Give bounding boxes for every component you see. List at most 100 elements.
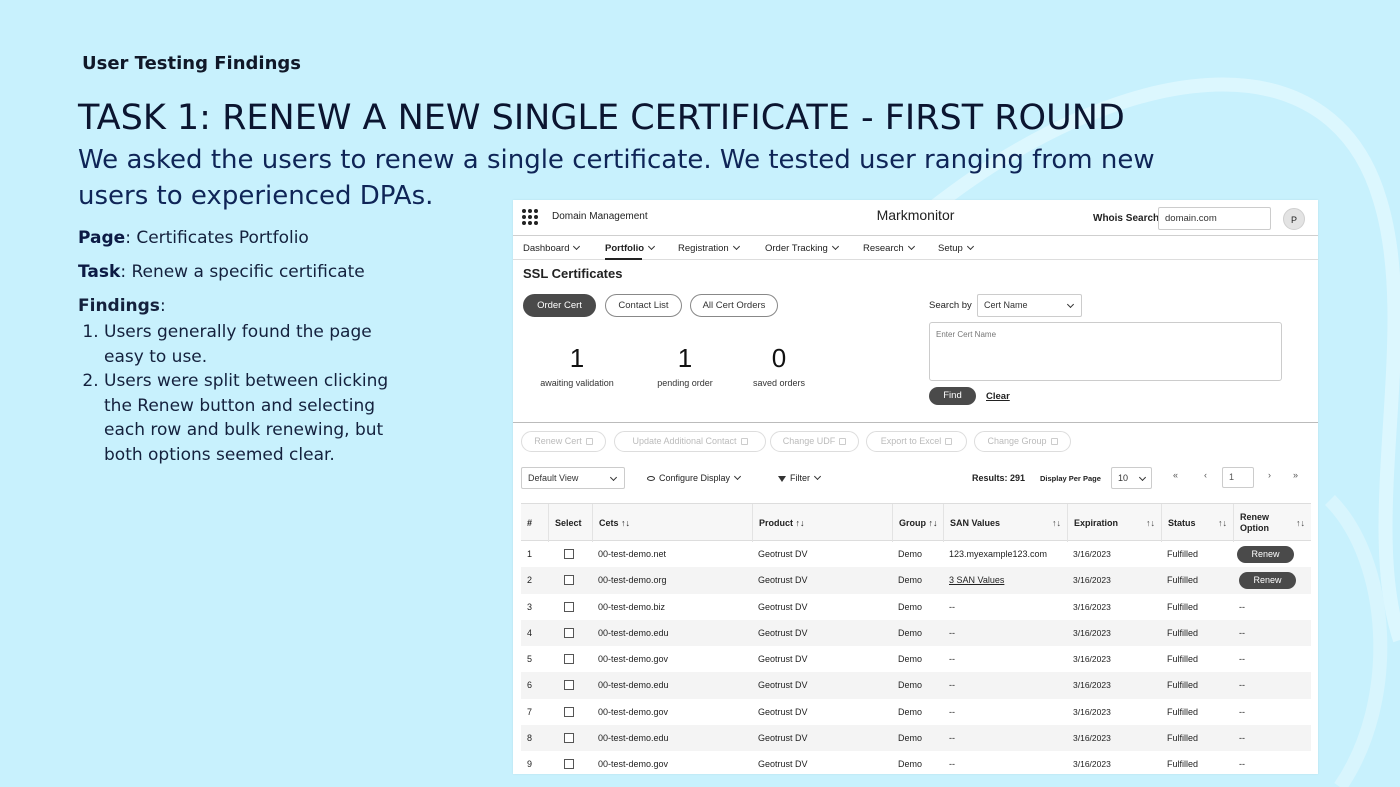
- nav-order-tracking[interactable]: Order Tracking: [765, 242, 839, 254]
- row-checkbox[interactable]: [564, 733, 574, 744]
- update-contact-button[interactable]: Update Additional Contact: [614, 431, 766, 452]
- task-info: Task: Renew a specific certificate: [78, 262, 408, 282]
- col-san-values[interactable]: SAN Values ↑↓: [943, 504, 1067, 542]
- per-page-select[interactable]: 10: [1111, 467, 1152, 489]
- col-select: Select: [548, 504, 592, 542]
- view-select[interactable]: Default View: [521, 467, 625, 489]
- find-button[interactable]: Find: [929, 387, 976, 405]
- page-number-input[interactable]: 1: [1222, 467, 1254, 488]
- first-page-button[interactable]: «: [1173, 470, 1178, 480]
- table-row[interactable]: 8 00-test-demo.edu Geotrust DV Demo -- 3/16/2…: [521, 725, 1311, 752]
- cell-product: Geotrust DV: [758, 706, 808, 717]
- col-renew-option[interactable]: Renew Option ↑↓: [1233, 504, 1311, 542]
- export-excel-button[interactable]: Export to Excel: [866, 431, 967, 452]
- nav-registration[interactable]: Registration: [678, 242, 740, 254]
- whois-search-input[interactable]: [1158, 207, 1271, 230]
- table-row[interactable]: 3 00-test-demo.biz Geotrust DV Demo -- 3/16/2…: [521, 594, 1311, 620]
- sort-icon: ↑↓: [928, 517, 938, 528]
- clear-link[interactable]: Clear: [986, 391, 1010, 402]
- col-certs[interactable]: Cets ↑↓: [592, 504, 752, 542]
- renew-cert-button[interactable]: Renew Cert: [521, 431, 606, 452]
- row-checkbox[interactable]: [564, 654, 574, 665]
- cell-expiration: 3/16/2023: [1073, 680, 1111, 691]
- col-status[interactable]: Status ↑↓: [1161, 504, 1233, 542]
- contact-icon: [740, 438, 748, 445]
- all-cert-orders-button[interactable]: All Cert Orders: [690, 294, 778, 317]
- filter-button[interactable]: Filter: [778, 472, 822, 483]
- cell-cert-name: 00-test-demo.gov: [598, 759, 669, 770]
- user-avatar[interactable]: P: [1283, 208, 1305, 230]
- table-row[interactable]: 6 00-test-demo.edu Geotrust DV Demo -- 3/16/2…: [521, 672, 1311, 699]
- sort-icon: ↑↓: [795, 517, 805, 528]
- action-label: Update Additional Contact: [632, 436, 737, 446]
- col-expiration[interactable]: Expiration ↑↓: [1067, 504, 1161, 542]
- cell-status: Fulfilled: [1167, 575, 1199, 586]
- nav-label: Dashboard: [523, 243, 570, 254]
- cell-row-number: 6: [527, 680, 533, 691]
- col-label: Cets: [599, 517, 619, 528]
- contact-list-button[interactable]: Contact List: [605, 294, 682, 317]
- findings-label: Findings: [78, 296, 160, 316]
- table-row[interactable]: 1 00-test-demo.net Geotrust DV Demo 123.myex…: [521, 541, 1311, 567]
- chevron-down-icon: [813, 472, 822, 481]
- row-checkbox[interactable]: [564, 575, 574, 586]
- table-row[interactable]: 4 00-test-demo.edu Geotrust DV Demo -- 3/16/2…: [521, 619, 1311, 647]
- row-checkbox[interactable]: [564, 680, 574, 691]
- nav-portfolio[interactable]: Portfolio: [605, 242, 656, 260]
- nav-label: Portfolio: [605, 243, 645, 254]
- whois-label: Whois Search: [1093, 213, 1160, 224]
- next-page-button[interactable]: ›: [1268, 470, 1271, 480]
- nav-research[interactable]: Research: [863, 242, 915, 254]
- app-grid-icon[interactable]: [522, 209, 538, 225]
- action-label: Change UDF: [782, 436, 836, 446]
- cell-cert-name: 00-test-demo.biz: [598, 601, 666, 612]
- order-cert-button[interactable]: Order Cert: [523, 294, 596, 317]
- search-by-value: Cert Name: [984, 300, 1028, 310]
- cell-group: Demo: [898, 759, 923, 770]
- nav-setup[interactable]: Setup: [938, 242, 974, 254]
- table-row[interactable]: 9 00-test-demo.gov Geotrust DV Demo -- 3/16/2…: [521, 751, 1311, 774]
- last-page-button[interactable]: »: [1293, 470, 1298, 480]
- configure-display-label: Configure Display: [659, 473, 731, 483]
- findings-panel: Page: Certificates Portfolio Task: Renew…: [78, 228, 408, 467]
- col-group[interactable]: Group ↑↓: [892, 504, 943, 542]
- cell-expiration: 3/16/2023: [1073, 759, 1111, 770]
- table-row[interactable]: 5 00-test-demo.gov Geotrust DV Demo -- 3/16/2…: [521, 646, 1311, 672]
- change-udf-button[interactable]: Change UDF: [770, 431, 859, 452]
- page-info-label: Page: [78, 228, 126, 248]
- search-by-select[interactable]: Cert Name: [977, 294, 1082, 317]
- prev-page-button[interactable]: ‹: [1204, 470, 1207, 480]
- row-checkbox[interactable]: [564, 759, 574, 770]
- chevron-down-icon: [831, 242, 839, 251]
- row-checkbox[interactable]: [564, 627, 574, 638]
- udf-icon: [839, 438, 847, 445]
- col-label: Status: [1168, 517, 1196, 528]
- renew-button[interactable]: Renew: [1239, 572, 1296, 590]
- change-group-button[interactable]: Change Group: [974, 431, 1071, 452]
- row-checkbox[interactable]: [564, 706, 574, 717]
- renew-button[interactable]: Renew: [1237, 546, 1294, 563]
- row-checkbox[interactable]: [564, 601, 574, 612]
- configure-display-button[interactable]: Configure Display: [647, 472, 742, 483]
- cell-renew-option: --: [1239, 759, 1245, 770]
- cell-row-number: 7: [527, 706, 533, 717]
- table-row[interactable]: 7 00-test-demo.gov Geotrust DV Demo -- 3/16/2…: [521, 699, 1311, 725]
- cell-status: Fulfilled: [1167, 601, 1199, 612]
- nav-dashboard[interactable]: Dashboard: [523, 242, 581, 254]
- col-product[interactable]: Product ↑↓: [752, 504, 892, 542]
- cell-san-values[interactable]: 3 SAN Values: [943, 567, 1004, 593]
- cell-group: Demo: [898, 680, 923, 691]
- cell-status: Fulfilled: [1167, 654, 1199, 665]
- cell-product: Geotrust DV: [758, 654, 808, 665]
- row-checkbox[interactable]: [564, 549, 574, 559]
- table-row[interactable]: 2 00-test-demo.org Geotrust DV Demo 3 SAN Va…: [521, 567, 1311, 594]
- stat-number: 1: [569, 343, 585, 373]
- cell-group: Demo: [898, 654, 923, 665]
- cell-expiration: 3/16/2023: [1073, 654, 1111, 665]
- cell-cert-name: 00-test-demo.edu: [598, 627, 669, 638]
- action-label: Export to Excel: [880, 436, 942, 446]
- cell-group: Demo: [898, 733, 923, 744]
- cert-name-input[interactable]: Enter Cert Name: [929, 322, 1282, 381]
- search-by-label: Search by: [929, 300, 972, 311]
- task-title: TASK 1: RENEW A NEW SINGLE CERTIFICATE -…: [78, 98, 1125, 138]
